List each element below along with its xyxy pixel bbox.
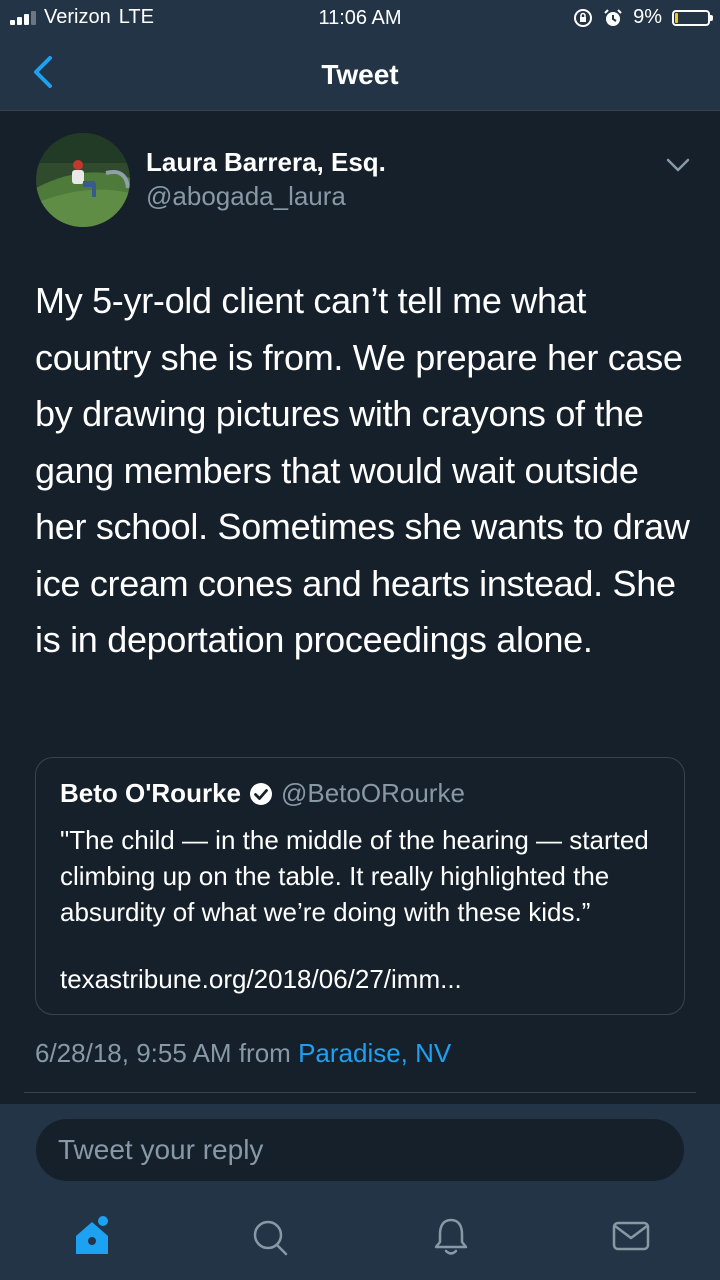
avatar[interactable] — [36, 133, 130, 227]
location-link[interactable]: Paradise, NV — [298, 1038, 451, 1068]
quoted-author-handle: @BetoORourke — [280, 778, 465, 808]
battery-percent: 9% — [633, 6, 662, 28]
quoted-author-name: Beto O'Rourke — [60, 778, 241, 808]
notifications-icon[interactable] — [431, 1214, 471, 1258]
timestamp: 6/28/18, 9:55 AM — [35, 1038, 232, 1068]
page-title: Tweet — [321, 59, 399, 90]
nav-bar: Tweet — [0, 38, 720, 111]
status-bar: Verizon LTE 11:06 AM 9% — [0, 0, 720, 38]
author-handle[interactable]: @abogada_laura — [146, 181, 346, 212]
tweet-text: My 5-yr-old client can’t tell me what co… — [35, 280, 690, 660]
verified-badge-icon — [249, 782, 273, 806]
divider — [24, 1092, 696, 1093]
search-icon[interactable] — [250, 1214, 290, 1258]
author-name[interactable]: Laura Barrera, Esq. — [146, 147, 386, 178]
tab-bar — [0, 1196, 720, 1280]
battery-icon — [672, 9, 713, 26]
messages-icon[interactable] — [611, 1214, 651, 1258]
quoted-text: "The child — in the middle of the hearin… — [60, 825, 649, 927]
rotation-lock-icon — [574, 8, 593, 27]
from-label: from — [238, 1038, 291, 1068]
quoted-tweet[interactable]: Beto O'Rourke @BetoORourke "The child — … — [35, 757, 685, 1015]
chevron-down-icon[interactable] — [662, 152, 694, 178]
tweet-meta: 6/28/18, 9:55 AM from Paradise, NV — [35, 1038, 451, 1069]
home-icon[interactable] — [72, 1214, 112, 1258]
reply-input[interactable]: Tweet your reply — [36, 1119, 684, 1181]
alarm-icon — [604, 8, 622, 26]
quoted-link[interactable]: texastribune.org/2018/06/27/imm... — [60, 964, 462, 995]
